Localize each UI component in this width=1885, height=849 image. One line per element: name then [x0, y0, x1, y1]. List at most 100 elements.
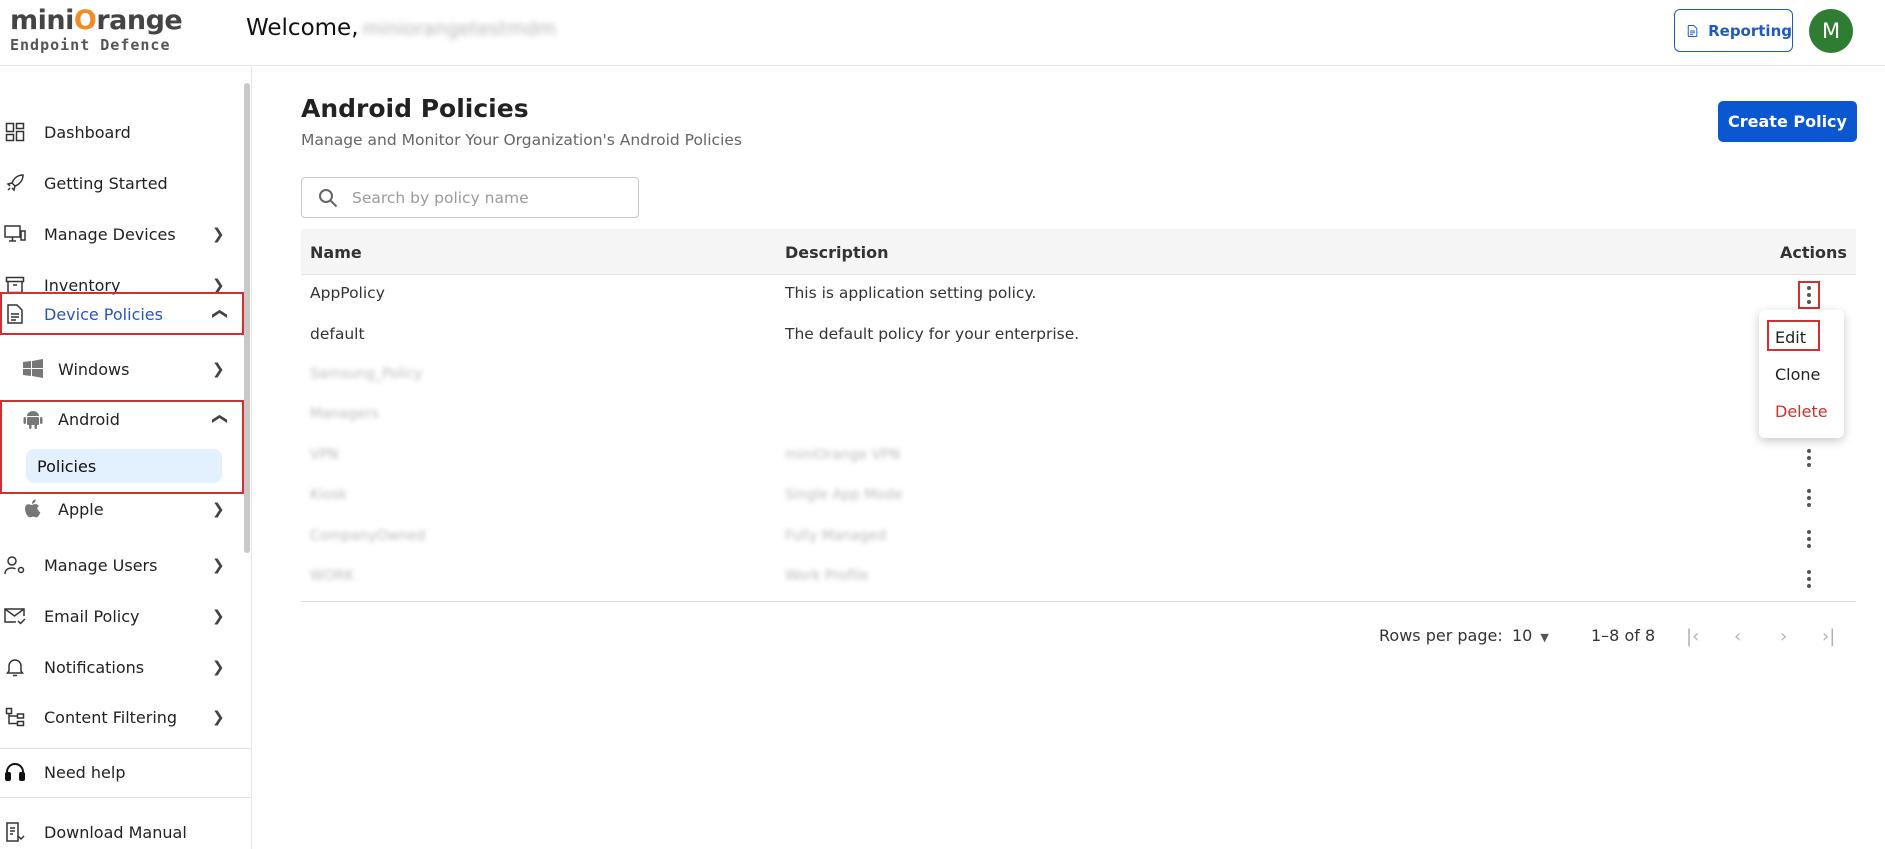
sidebar-item-label: Notifications	[44, 657, 145, 677]
username: miniorangetestmdm	[362, 18, 557, 40]
more-actions-icon[interactable]	[1798, 445, 1820, 471]
sidebar-item-label: Manage Users	[44, 555, 158, 575]
more-actions-icon[interactable]	[1798, 485, 1820, 511]
page-subtitle: Manage and Monitor Your Organization's A…	[301, 131, 742, 149]
windows-icon	[22, 358, 44, 380]
row-name: WORK	[310, 568, 354, 584]
avatar[interactable]: M	[1809, 9, 1853, 53]
row-name: default	[310, 325, 365, 343]
reporting-button[interactable]: Reporting	[1674, 9, 1793, 52]
menu-item-clone[interactable]: Clone	[1775, 365, 1820, 384]
menu-item-delete[interactable]: Delete	[1775, 402, 1828, 421]
headset-icon	[4, 761, 26, 783]
sidebar-item-dashboard[interactable]: Dashboard	[0, 110, 244, 154]
sidebar-item-apple[interactable]: Apple ❯	[0, 487, 244, 531]
sidebar-item-policies[interactable]: Policies	[26, 449, 222, 483]
table-row[interactable]: CompanyOwned Fully Managed	[301, 519, 1856, 559]
sidebar-item-label: Email Policy	[44, 606, 140, 626]
table-row[interactable]: Managers	[301, 397, 1856, 437]
logo-text-mini: mini	[10, 5, 74, 36]
logo-text-range: range	[96, 5, 183, 36]
sidebar-item-label: Apple	[58, 499, 104, 519]
manual-icon	[4, 821, 26, 843]
report-icon	[1687, 24, 1698, 37]
row-description: Fully Managed	[785, 528, 887, 544]
sidebar-item-getting-started[interactable]: Getting Started	[0, 161, 244, 205]
sidebar-divider	[0, 797, 252, 798]
sidebar-item-device-policies[interactable]: Device Policies ❯	[0, 292, 244, 336]
table-row[interactable]: VPN miniOrange VPN	[301, 438, 1856, 478]
sidebar-item-label: Content Filtering	[44, 707, 178, 727]
more-actions-icon[interactable]	[1798, 281, 1820, 309]
chevron-right-icon: ❯	[212, 225, 225, 243]
sidebar-item-label: Need help	[44, 762, 126, 782]
user-settings-icon	[4, 554, 26, 576]
row-name: Kiosk	[310, 487, 348, 503]
row-name: CompanyOwned	[310, 528, 426, 544]
bell-icon	[4, 656, 26, 678]
chevron-right-icon: ❯	[212, 607, 225, 625]
search-icon	[318, 188, 338, 212]
search-box[interactable]	[301, 177, 639, 218]
table-header: Name Description Actions	[301, 229, 1856, 275]
sidebar-item-download-manual[interactable]: Download Manual	[0, 810, 244, 849]
more-actions-icon[interactable]	[1798, 566, 1820, 592]
column-header-description[interactable]: Description	[785, 243, 888, 262]
reporting-label: Reporting	[1708, 21, 1792, 40]
sidebar-item-label: Device Policies	[44, 304, 163, 324]
logo-subtitle: Endpoint Defence	[10, 36, 171, 54]
sidebar-item-android[interactable]: Android ❯	[0, 397, 244, 441]
row-description: The default policy for your enterprise.	[785, 325, 1080, 343]
android-icon	[22, 408, 44, 430]
table-row[interactable]: Samsung_Policy	[301, 357, 1856, 397]
next-page-icon[interactable]: ›	[1780, 626, 1787, 647]
top-header: miniOrange Endpoint Defence Welcome, mini…	[0, 0, 1885, 66]
chevron-up-icon: ❯	[209, 307, 228, 321]
dashboard-icon	[4, 121, 26, 143]
sidebar-item-need-help[interactable]: Need help	[0, 750, 244, 794]
row-name: AppPolicy	[310, 284, 385, 302]
rows-per-page-label: Rows per page:	[1379, 626, 1503, 645]
rows-per-page-select[interactable]: 10 ▼	[1512, 626, 1549, 645]
sidebar-item-email-policy[interactable]: Email Policy ❯	[0, 594, 244, 638]
miniorange-logo[interactable]: miniOrange Endpoint Defence	[10, 5, 183, 58]
apple-icon	[22, 498, 44, 520]
sidebar-item-notifications[interactable]: Notifications ❯	[0, 645, 244, 689]
sidebar-item-windows[interactable]: Windows ❯	[0, 347, 244, 391]
pagination-range: 1–8 of 8	[1591, 626, 1656, 645]
table-row[interactable]: WORK Work Profile	[301, 559, 1856, 599]
row-description: This is application setting policy.	[785, 284, 1037, 302]
sidebar-item-label: Android	[58, 409, 120, 429]
chevron-right-icon: ❯	[212, 658, 225, 676]
last-page-icon[interactable]: ›|	[1822, 626, 1835, 647]
sidebar-scrollbar[interactable]	[244, 83, 250, 553]
sidebar: Dashboard Getting Started Manage Devices…	[0, 67, 252, 849]
table-row[interactable]: default The default policy for your ente…	[301, 316, 1856, 356]
sidebar-item-manage-users[interactable]: Manage Users ❯	[0, 543, 244, 587]
previous-page-icon[interactable]: ‹	[1734, 626, 1741, 647]
document-icon	[4, 303, 26, 325]
table-row[interactable]: Kiosk Single App Mode	[301, 478, 1856, 518]
row-name: Samsung_Policy	[310, 366, 423, 382]
search-input[interactable]	[352, 178, 632, 217]
menu-item-edit[interactable]: Edit	[1775, 328, 1806, 347]
sidebar-item-manage-devices[interactable]: Manage Devices ❯	[0, 212, 244, 256]
create-policy-button[interactable]: Create Policy	[1718, 101, 1857, 142]
tree-icon	[4, 706, 26, 728]
table-row[interactable]: AppPolicy This is application setting po…	[301, 275, 1856, 315]
rows-per-page-value: 10	[1512, 626, 1533, 645]
page-title: Android Policies	[301, 94, 529, 123]
sidebar-item-label: Download Manual	[44, 822, 187, 842]
chevron-right-icon: ❯	[212, 708, 225, 726]
first-page-icon[interactable]: |‹	[1686, 626, 1699, 647]
row-name: Managers	[310, 406, 379, 422]
actions-menu: Edit Clone Delete	[1759, 310, 1844, 438]
more-actions-icon[interactable]	[1798, 526, 1820, 552]
sidebar-item-label: Windows	[58, 359, 130, 379]
column-header-name[interactable]: Name	[310, 243, 362, 262]
chevron-right-icon: ❯	[212, 500, 225, 518]
chevron-right-icon: ❯	[212, 556, 225, 574]
rocket-icon	[4, 172, 26, 194]
welcome-message: Welcome, miniorangetestmdm	[246, 15, 556, 41]
sidebar-item-content-filtering[interactable]: Content Filtering ❯	[0, 695, 244, 739]
